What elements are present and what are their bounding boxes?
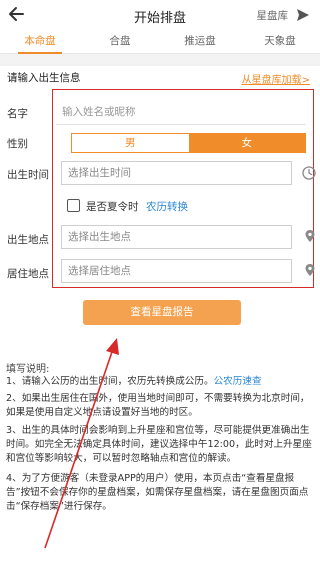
name-label: 名字 <box>7 108 28 120</box>
share-icon[interactable] <box>294 6 312 24</box>
section-divider <box>0 54 320 66</box>
note-item: 3、出生的具体时间会影响到上升星座和宫位等，尽可能提供更准确出生时间。如完全无法… <box>6 425 312 464</box>
section-title: 请输入出生信息 <box>7 72 81 84</box>
residence-field[interactable]: 选择居住地点 <box>61 259 292 283</box>
location-pin-icon[interactable] <box>303 263 317 277</box>
birth-time-field[interactable]: 选择出生时间 <box>61 161 292 185</box>
calendar-lookup-link[interactable]: 公农历速查 <box>214 376 262 387</box>
note-item: 4、为了方便游客（未登录APP的用户）使用，本页点击“查看星盘报告”按钮不会保存… <box>6 473 309 512</box>
gender-toggle: 男 女 <box>71 133 306 153</box>
tab-transit[interactable]: 天象盘 <box>240 30 320 53</box>
gender-label: 性别 <box>7 138 28 150</box>
lunar-conversion-link[interactable]: 农历转换 <box>146 199 188 214</box>
residence-label: 居住地点 <box>7 268 49 280</box>
notes-title: 填写说明: <box>6 364 50 375</box>
name-input[interactable]: 输入姓名或昵称 <box>56 101 306 125</box>
tab-synastry[interactable]: 合盘 <box>80 30 160 53</box>
dst-checkbox[interactable] <box>67 199 80 212</box>
top-bar: 开始排盘 星盘库 <box>0 0 320 30</box>
tab-progression[interactable]: 推运盘 <box>160 30 240 53</box>
load-from-library-link[interactable]: 从星盘库加载> <box>242 71 310 86</box>
birth-place-field[interactable]: 选择出生地点 <box>61 225 292 249</box>
clock-icon[interactable] <box>302 166 316 180</box>
chart-library-link[interactable]: 星盘库 <box>257 8 289 23</box>
gender-male-button[interactable]: 男 <box>72 134 189 152</box>
location-pin-icon[interactable] <box>303 229 317 243</box>
birth-place-label: 出生地点 <box>7 234 49 246</box>
chart-type-tabs: 本命盘 合盘 推运盘 天象盘 <box>0 30 320 54</box>
gender-female-button[interactable]: 女 <box>188 134 305 152</box>
note-item: 1、请输入公历的出生时间，农历先转换成公历。公农历速查 <box>6 375 312 389</box>
tab-natal[interactable]: 本命盘 <box>0 30 80 54</box>
view-chart-report-button[interactable]: 查看星盘报告 <box>83 300 241 325</box>
dst-label: 是否夏令时 <box>86 201 139 213</box>
note-text: 1、请输入公历的出生时间，农历先转换成公历。 <box>6 376 214 387</box>
note-item: 2、如果出生居住在国外，使用当地时间即可，不需要转换为北京时间，如果是使用自定义… <box>6 393 310 418</box>
birth-time-label: 出生时间 <box>7 169 49 181</box>
